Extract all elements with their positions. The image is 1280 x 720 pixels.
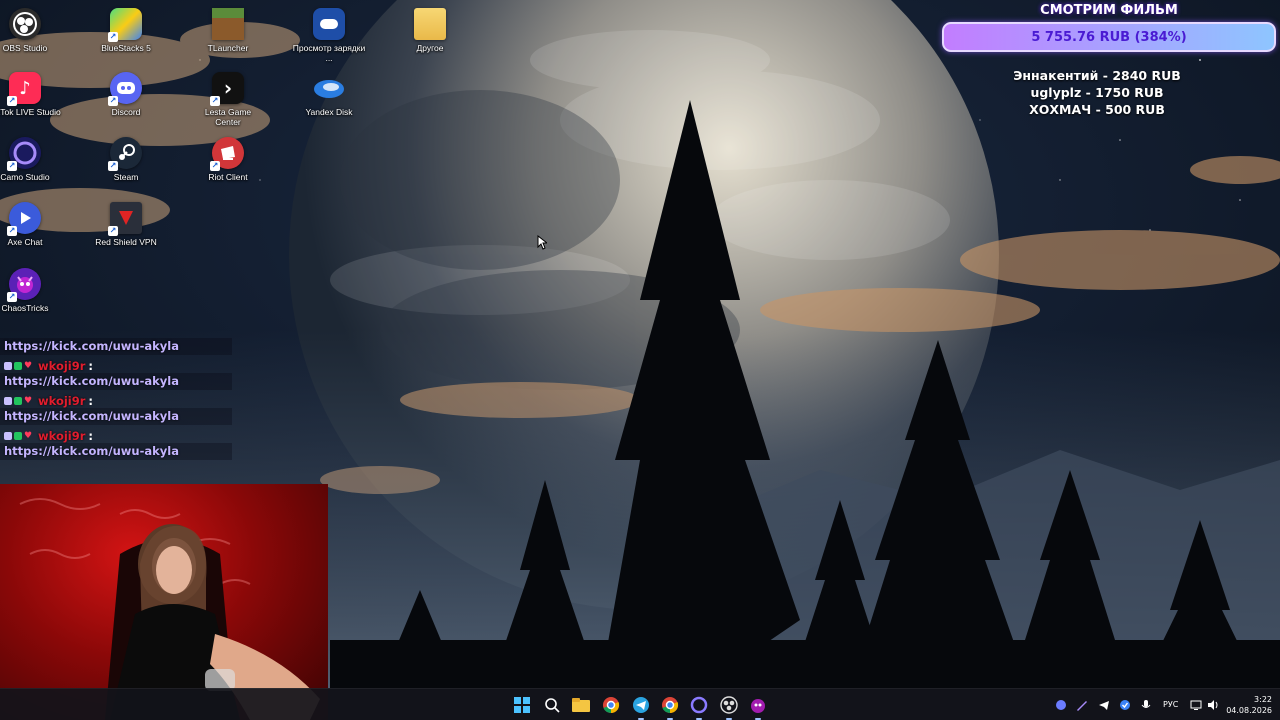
chat-username: wkoji9r: [38, 393, 86, 408]
verified-badge-icon: [14, 361, 22, 370]
chat-username: wkoji9r: [38, 358, 86, 373]
network-icon[interactable]: [1189, 698, 1203, 712]
desktop-icon-tlauncher[interactable]: TLauncher: [191, 8, 265, 53]
donation-goal-progress-bar: 5 755.76 RUB (384%): [942, 22, 1276, 52]
desktop-icon-charging-view[interactable]: Просмотр зарядки ...: [292, 8, 366, 63]
obs-icon[interactable]: [717, 693, 741, 720]
desktop-icon-label: ChaosTricks: [1, 303, 49, 313]
taskbar: РУС 3:22 04.08.2026: [0, 688, 1280, 720]
chat-separator: :: [88, 393, 94, 408]
heart-badge-icon: ♥: [24, 430, 33, 441]
tray-telegram-icon[interactable]: [1097, 698, 1111, 712]
desktop-icon-label: Steam: [113, 172, 139, 182]
desktop-icon-tiktok-live[interactable]: ♪ ↗ TikTok LIVE Studio: [0, 72, 62, 117]
camo-icon: ↗: [7, 137, 41, 171]
desktop-icon-red-shield-vpn[interactable]: ↗ Red Shield VPN: [89, 202, 163, 247]
vpn-shield-icon: ↗: [108, 202, 142, 236]
chaostricks-icon: ↗: [7, 268, 41, 302]
donation-goal-amount: 5 755.76 RUB (384%): [1031, 29, 1187, 45]
desktop-icon-lesta[interactable]: › ↗ Lesta Game Center: [191, 72, 265, 127]
donation-goal-title: СМОТРИМ ФИЛЬМ: [1040, 3, 1178, 18]
desktop-icon-label: Просмотр зарядки ...: [292, 43, 366, 63]
axe-chat-icon: ↗: [7, 202, 41, 236]
telegram-icon[interactable]: [629, 693, 653, 720]
verified-badge-icon: [14, 396, 22, 405]
desktop-icon-chaostricks[interactable]: ↗ ChaosTricks: [0, 268, 62, 313]
chat-username: wkoji9r: [38, 428, 86, 443]
riot-icon: ↗: [210, 137, 244, 171]
moderator-badge-icon: [4, 431, 12, 440]
chat-message: ♥ wkoji9r : https://kick.com/uwu-akyla: [0, 428, 232, 460]
mouse-cursor-icon: [537, 234, 549, 254]
file-explorer-icon[interactable]: [569, 693, 593, 717]
desktop-icon-label: TikTok LIVE Studio: [0, 107, 61, 117]
desktop-icon-label: OBS Studio: [2, 43, 48, 53]
desktop-icon-label: Red Shield VPN: [95, 237, 157, 247]
system-clock[interactable]: 3:22 04.08.2026: [1224, 694, 1272, 716]
heart-badge-icon: ♥: [24, 360, 33, 371]
desktop-icon-label: Riot Client: [208, 172, 248, 182]
chaostricks-icon[interactable]: [746, 693, 770, 720]
gamepad-icon: [313, 8, 345, 40]
webcam-feed: [0, 484, 328, 720]
donor-entry: ХОХМАЧ - 500 RUB: [1029, 102, 1165, 117]
lesta-icon: › ↗: [210, 72, 244, 106]
desktop-icon-label: Lesta Game Center: [204, 107, 252, 127]
desktop-icon-axe-chat[interactable]: ↗ Axe Chat: [0, 202, 62, 247]
chat-message: ♥ wkoji9r : https://kick.com/uwu-akyla: [0, 393, 232, 425]
windows-start-icon[interactable]: [510, 693, 534, 717]
folder-icon: [414, 8, 446, 40]
chat-overlay: https://kick.com/uwu-akyla ♥ wkoji9r : h…: [0, 338, 232, 463]
yandex-disk-icon: [313, 72, 345, 104]
desktop-icon-label: Yandex Disk: [305, 107, 353, 117]
desktop-icon-label: Camo Studio: [0, 172, 50, 182]
heart-badge-icon: ♥: [24, 395, 33, 406]
moderator-badge-icon: [4, 396, 12, 405]
desktop-icon-bluestacks[interactable]: ↗ BlueStacks 5: [89, 8, 163, 53]
moderator-badge-icon: [4, 361, 12, 370]
desktop-icon-label: TLauncher: [207, 43, 249, 53]
discord-icon: ↗: [108, 72, 142, 106]
desktop-icon-other-folder[interactable]: Другое: [393, 8, 467, 53]
chat-message-text: https://kick.com/uwu-akyla: [0, 443, 232, 460]
chat-separator: :: [88, 428, 94, 443]
microphone-icon[interactable]: [1139, 698, 1153, 712]
chrome-icon[interactable]: [658, 693, 682, 720]
obs-icon: [9, 8, 41, 40]
donor-entry: Эннакентий - 2840 RUB: [1013, 68, 1181, 83]
tray-pen-icon[interactable]: [1075, 698, 1089, 712]
desktop-icon-discord[interactable]: ↗ Discord: [89, 72, 163, 117]
chat-separator: :: [88, 358, 94, 373]
tlauncher-icon: [212, 8, 244, 40]
chat-message-text: https://kick.com/uwu-akyla: [0, 373, 232, 390]
chat-message: ♥ wkoji9r : https://kick.com/uwu-akyla: [0, 358, 232, 390]
donor-entry: uglyplz - 1750 RUB: [1030, 85, 1164, 100]
desktop-icon-label: Discord: [111, 107, 141, 117]
tray-shield-icon[interactable]: [1118, 698, 1132, 712]
verified-badge-icon: [14, 431, 22, 440]
bluestacks-icon: ↗: [108, 8, 142, 42]
camo-icon[interactable]: [687, 693, 711, 720]
search-icon[interactable]: [540, 693, 564, 717]
top-donors-list: Эннакентий - 2840 RUB uglyplz - 1750 RUB…: [960, 67, 1234, 118]
desktop-icon-steam[interactable]: ↗ Steam: [89, 137, 163, 182]
language-indicator[interactable]: РУС: [1163, 698, 1178, 712]
desktop-icon-yandex-disk[interactable]: Yandex Disk: [292, 72, 366, 117]
clock-time: 3:22: [1254, 695, 1272, 704]
chat-message-text: https://kick.com/uwu-akyla: [0, 408, 232, 425]
steam-icon: ↗: [108, 137, 142, 171]
tray-camo-icon[interactable]: [1054, 698, 1068, 712]
desktop-icon-camo-studio[interactable]: ↗ Camo Studio: [0, 137, 62, 182]
chat-message: https://kick.com/uwu-akyla: [0, 338, 232, 355]
chrome-icon[interactable]: [599, 693, 623, 717]
chat-message-text: https://kick.com/uwu-akyla: [0, 338, 232, 355]
clock-date: 04.08.2026: [1226, 706, 1272, 715]
desktop-icon-riot-client[interactable]: ↗ Riot Client: [191, 137, 265, 182]
desktop-icon-obs-studio[interactable]: OBS Studio: [0, 8, 62, 53]
desktop-icon-label: BlueStacks 5: [101, 43, 151, 53]
desktop-icon-label: Axe Chat: [7, 237, 43, 247]
desktop-icon-label: Другое: [416, 43, 444, 53]
volume-icon[interactable]: [1206, 698, 1220, 712]
tiktok-icon: ♪ ↗: [7, 72, 41, 106]
